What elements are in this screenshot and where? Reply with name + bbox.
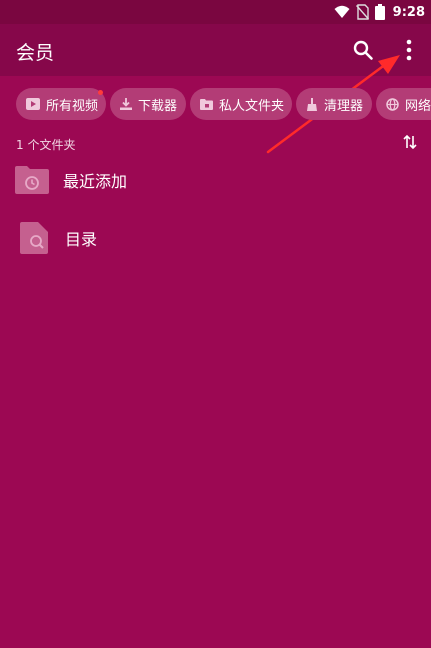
chip-cleaner[interactable]: 清理器 bbox=[296, 88, 372, 120]
status-bar: 9:28 bbox=[0, 0, 431, 24]
folder-label: 最近添加 bbox=[63, 172, 128, 191]
page-title: 会员 bbox=[16, 42, 55, 64]
chip-downloader[interactable]: 下载器 bbox=[110, 88, 186, 120]
download-icon bbox=[120, 98, 132, 110]
file-search-icon bbox=[20, 222, 48, 254]
battery-icon bbox=[374, 4, 385, 20]
chip-network[interactable]: 网络 bbox=[376, 88, 431, 120]
list-item[interactable]: 目录 bbox=[0, 210, 431, 266]
chip-label: 清理器 bbox=[324, 98, 364, 114]
status-icons: 9:28 bbox=[334, 3, 425, 21]
chip-private-folder[interactable]: 私人文件夹 bbox=[190, 88, 292, 120]
chip-label: 网络 bbox=[405, 98, 431, 114]
no-sim-icon bbox=[355, 4, 369, 20]
folder-count: 1 个文件夹 bbox=[16, 138, 76, 152]
new-badge-dot bbox=[98, 90, 103, 95]
folder-label: 目录 bbox=[65, 230, 98, 249]
chip-label: 下载器 bbox=[138, 98, 178, 114]
chip-label: 所有视频 bbox=[46, 98, 99, 114]
globe-icon bbox=[386, 97, 399, 111]
video-icon bbox=[26, 98, 40, 110]
recent-folder-icon bbox=[15, 166, 49, 194]
broom-icon bbox=[307, 97, 317, 111]
chip-label: 私人文件夹 bbox=[219, 98, 285, 114]
status-time: 9:28 bbox=[392, 4, 425, 20]
wifi-icon bbox=[334, 5, 350, 18]
sort-icon[interactable] bbox=[402, 134, 418, 150]
list-item[interactable]: 最近添加 bbox=[0, 152, 431, 208]
chip-all-videos[interactable]: 所有视频 bbox=[16, 88, 106, 120]
category-chips: 所有视频 下载器 私人文件夹 清理器 网络 bbox=[0, 86, 431, 124]
private-folder-icon bbox=[200, 98, 213, 110]
